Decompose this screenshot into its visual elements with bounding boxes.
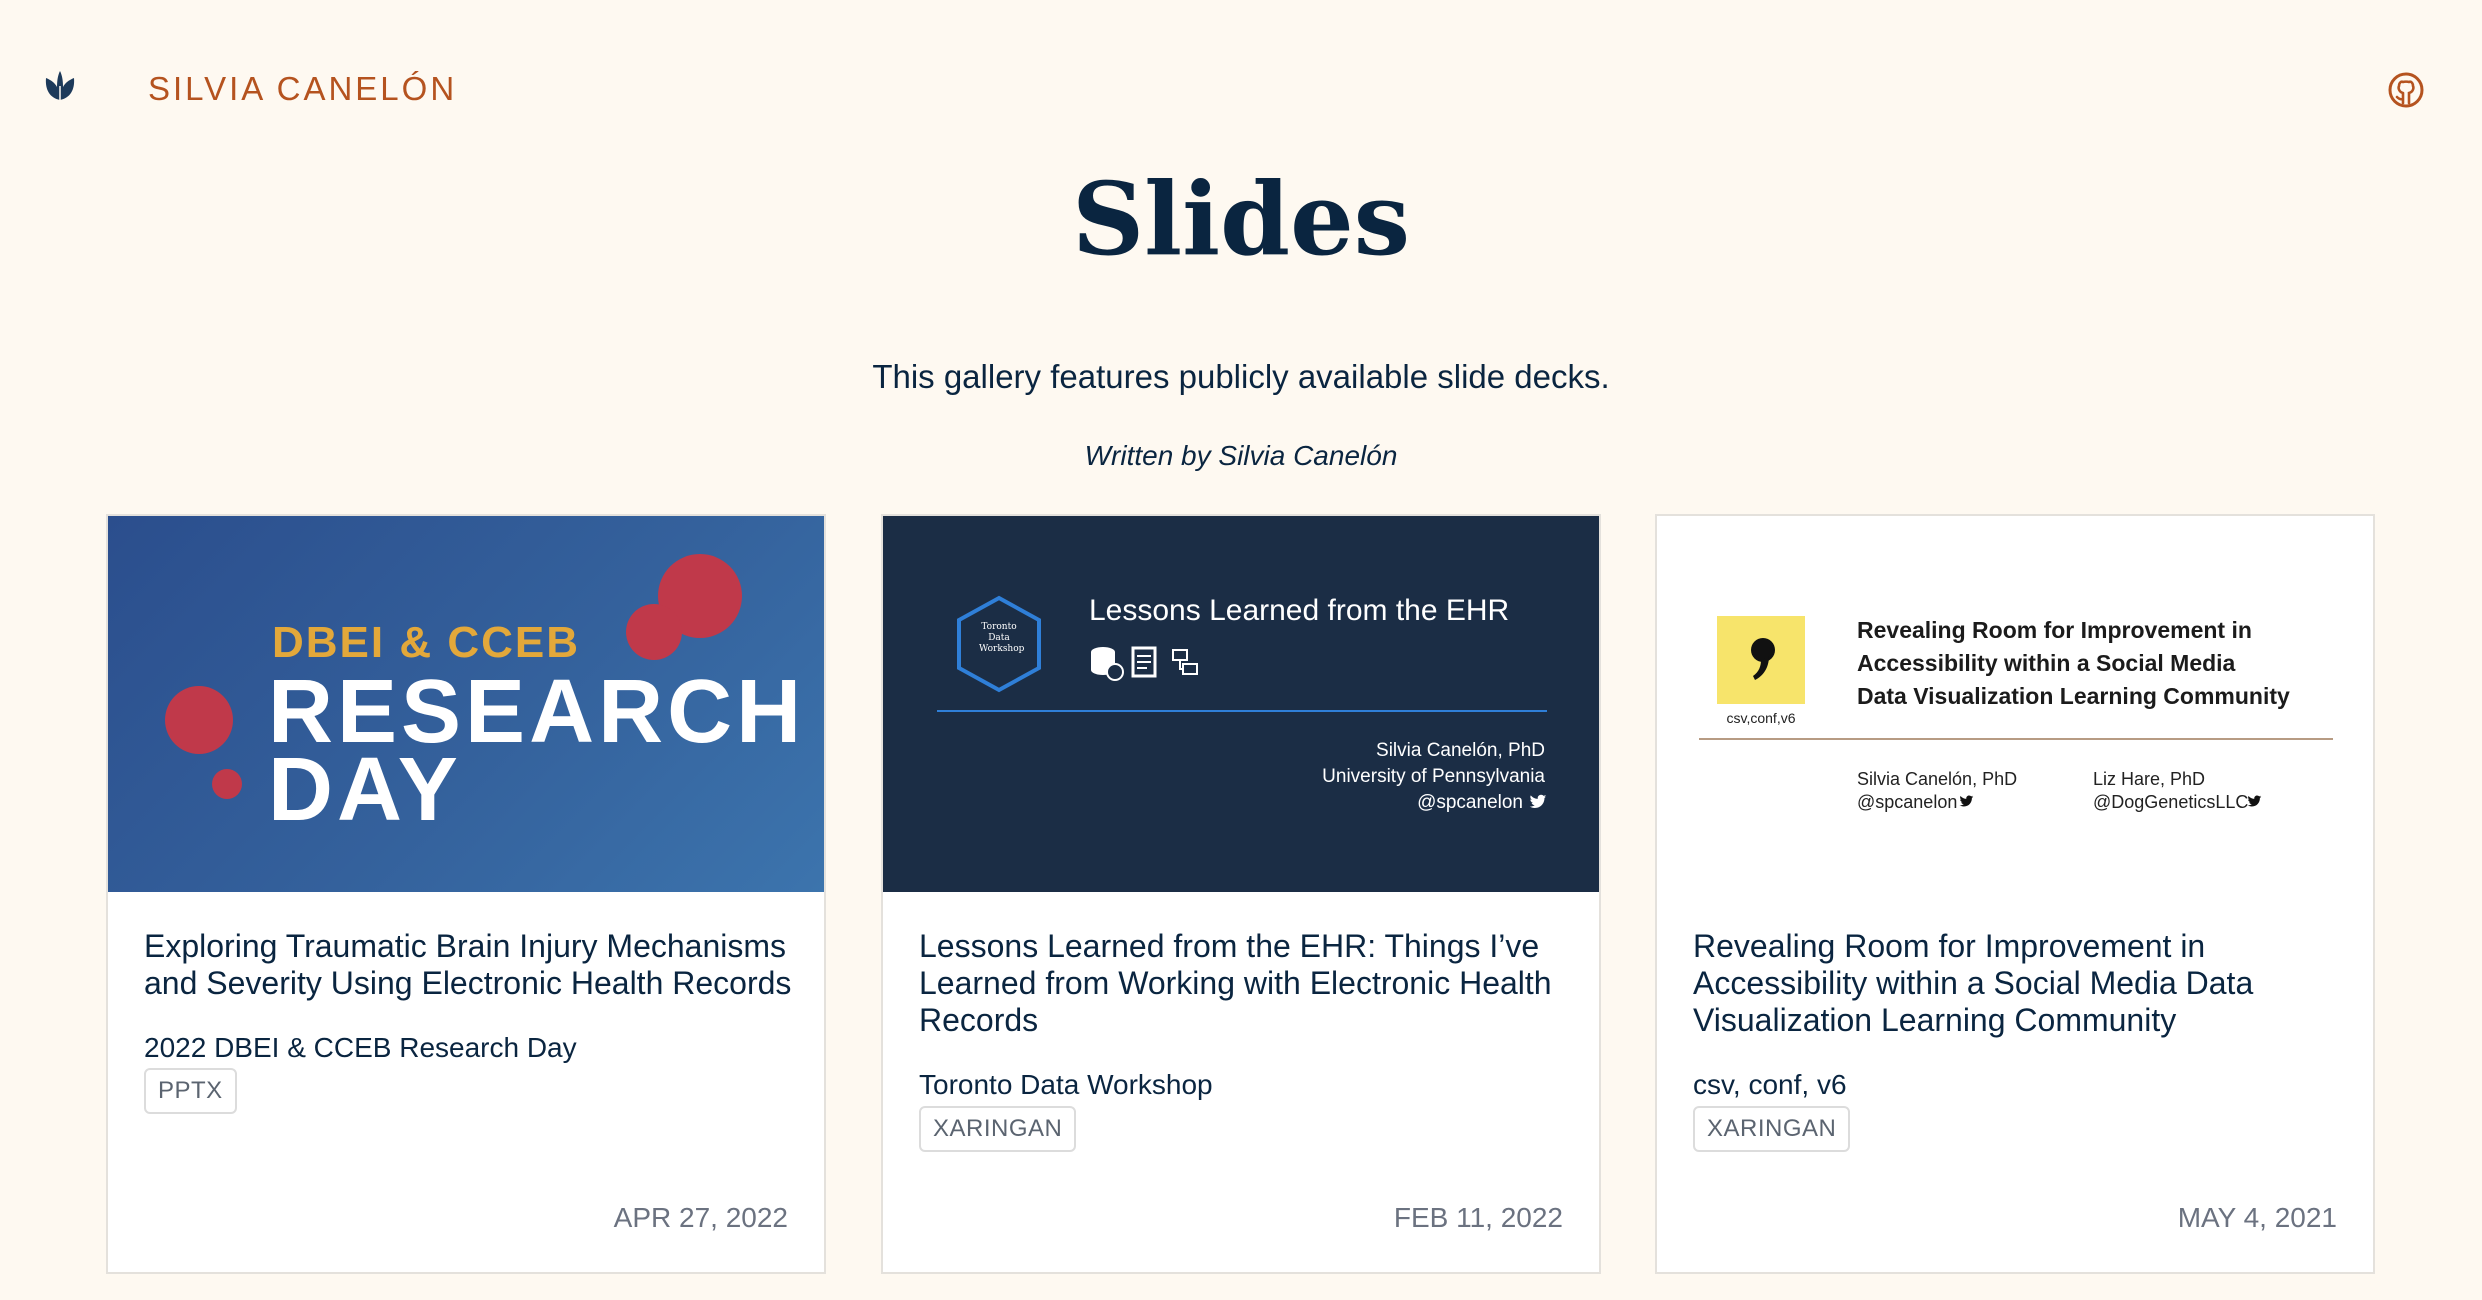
thumbnail-heading: Lessons Learned from the EHR (1089, 594, 1510, 627)
badge-text: Toronto Data Workshop (979, 622, 1025, 654)
thumbnail-heading-line2: DAY (268, 740, 462, 840)
card-tag[interactable]: PPTX (144, 1068, 237, 1114)
card-title-link[interactable]: Lessons Learned from the EHR: Things I’v… (919, 928, 1569, 1039)
slide-card[interactable]: Toronto Data Workshop Lessons Learned fr… (881, 514, 1601, 1274)
thumbnail-divider (937, 710, 1547, 712)
thumbnail-author-2: Liz Hare, PhD (2093, 769, 2206, 789)
thumbnail-heading: Revealing Room for Improvement in Access… (1857, 617, 2290, 709)
site-title-link[interactable]: SILVIA CANELÓN (148, 70, 457, 108)
thumbnail-handle: @spcanelon (1417, 792, 1523, 813)
twitter-icon (1959, 795, 1974, 807)
csvconf-logo-label: csv,conf,v6 (1726, 710, 1796, 726)
thumbnail-author-1: Silvia Canelón, PhD (1857, 769, 2018, 789)
twitter-icon (2247, 795, 2262, 807)
tulip-icon[interactable] (42, 68, 78, 104)
site-header: SILVIA CANELÓN (0, 0, 2482, 180)
thumbnail-kicker: DBEI & CCEB (272, 618, 581, 667)
card-event: Toronto Data Workshop (919, 1069, 1213, 1100)
thumbnail-divider (1699, 738, 2333, 740)
slide-thumbnail[interactable]: csv,conf,v6 Revealing Room for Improveme… (1657, 516, 2373, 892)
thumbnail-handle-1: @spcanelon (1857, 792, 1958, 812)
csvconf-logo (1717, 616, 1805, 704)
twitter-icon (1529, 794, 1547, 808)
thumbnail-affiliation: University of Pennsylvania (1322, 766, 1545, 787)
page-description: This gallery features publicly available… (872, 358, 1610, 395)
card-date: FEB 11, 2022 (1393, 1202, 1563, 1233)
slide-thumbnail[interactable]: Toronto Data Workshop Lessons Learned fr… (883, 516, 1599, 892)
data-icons (1091, 646, 1198, 681)
card-date: MAY 4, 2021 (2177, 1202, 2337, 1233)
card-title-link[interactable]: Revealing Room for Improvement in Access… (1693, 928, 2343, 1039)
card-date: APR 27, 2022 (613, 1202, 788, 1233)
slide-thumbnail[interactable]: DBEI & CCEB RESEARCH DAY (108, 516, 824, 892)
card-event: csv, conf, v6 (1693, 1069, 1847, 1100)
thumbnail-handle-2: @DogGeneticsLLC (2093, 792, 2249, 812)
slide-card[interactable]: csv,conf,v6 Revealing Room for Improveme… (1655, 514, 2375, 1274)
thumbnail-author: Silvia Canelón, PhD (1376, 740, 1545, 761)
card-title-link[interactable]: Exploring Traumatic Brain Injury Mechani… (144, 928, 794, 1002)
byline: Written by Silvia Canelón (1084, 440, 1398, 471)
card-tag[interactable]: XARINGAN (1693, 1106, 1851, 1152)
github-icon[interactable] (2388, 72, 2424, 108)
card-event: 2022 DBEI & CCEB Research Day (144, 1032, 577, 1063)
card-tag[interactable]: XARINGAN (919, 1106, 1077, 1152)
page-title: Slides (1071, 160, 1411, 278)
comma-icon (1751, 638, 1775, 680)
slide-card[interactable]: DBEI & CCEB RESEARCH DAY Exploring Traum… (106, 514, 826, 1274)
